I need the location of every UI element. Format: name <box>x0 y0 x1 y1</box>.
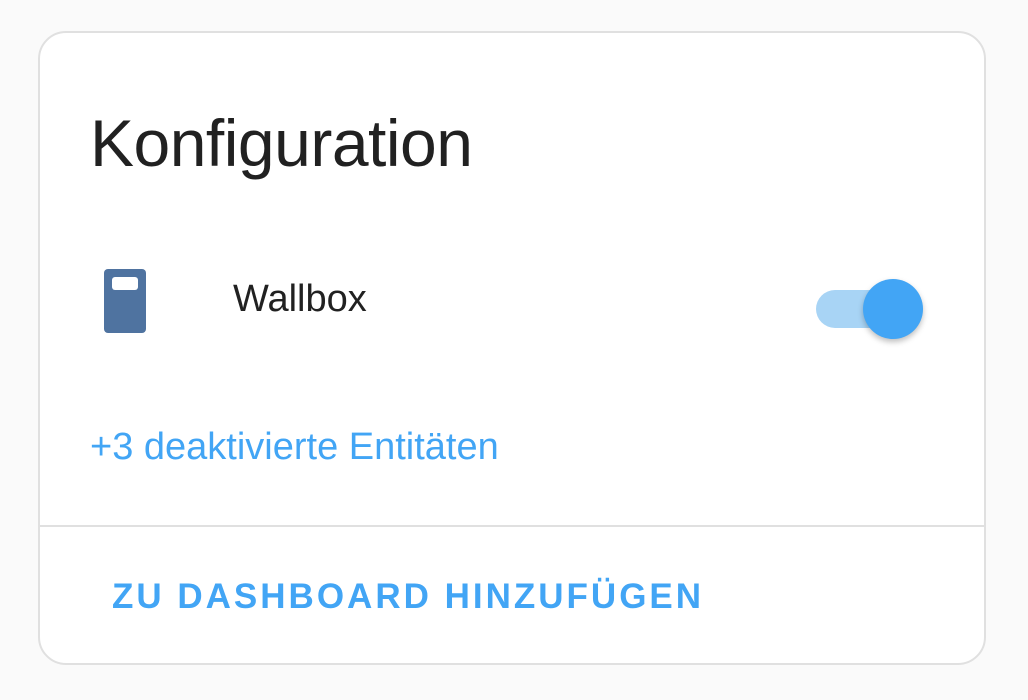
entity-name: Wallbox <box>233 278 367 320</box>
toggle-thumb <box>863 279 923 339</box>
disabled-entities-link[interactable]: +3 deaktivierte Entitäten <box>90 425 499 469</box>
configuration-card: Konfiguration Wallbox +3 deaktivierte En… <box>38 31 986 665</box>
entity-toggle-switch[interactable] <box>816 271 926 339</box>
wallbox-icon <box>104 269 146 333</box>
entity-row-wallbox[interactable]: Wallbox <box>40 261 984 341</box>
add-to-dashboard-button[interactable]: ZU DASHBOARD HINZUFÜGEN <box>112 575 704 619</box>
card-title: Konfiguration <box>90 106 473 180</box>
card-divider <box>40 525 984 527</box>
